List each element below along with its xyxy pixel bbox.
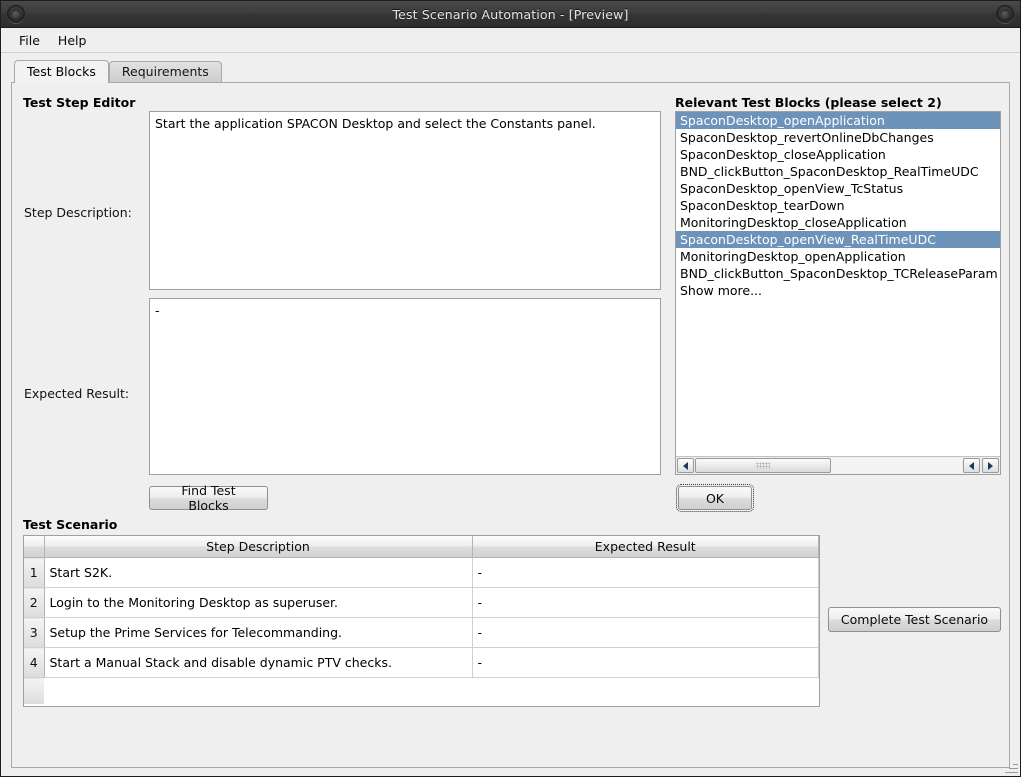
list-item[interactable]: MonitoringDesktop_openApplication <box>676 248 1000 265</box>
cell-step-description[interactable]: Start S2K. <box>44 557 473 588</box>
filler-cell <box>472 678 819 705</box>
window-title: Test Scenario Automation - [Preview] <box>392 6 629 22</box>
step-description-input[interactable]: Start the application SPACON Desktop and… <box>149 111 661 290</box>
list-item[interactable]: SpaconDesktop_openView_RealTimeUDC <box>676 231 1000 248</box>
list-item[interactable]: SpaconDesktop_closeApplication <box>676 146 1000 163</box>
cell-expected-result[interactable]: - <box>472 647 819 678</box>
title-bar: Test Scenario Automation - [Preview] <box>1 1 1020 28</box>
table-row[interactable]: 2 Login to the Monitoring Desktop as sup… <box>24 587 819 618</box>
filler-row-number <box>24 677 44 704</box>
tab-test-blocks[interactable]: Test Blocks <box>14 60 109 83</box>
window-left-orb-icon[interactable] <box>7 5 25 23</box>
column-header-expected-result[interactable]: Expected Result <box>472 536 819 558</box>
scroll-step-left-button[interactable] <box>963 458 980 473</box>
tab-bar: Test Blocks Requirements <box>11 60 1010 83</box>
list-item[interactable]: SpaconDesktop_openView_TcStatus <box>676 180 1000 197</box>
list-item[interactable]: SpaconDesktop_openApplication <box>676 112 1000 129</box>
cell-step-description[interactable]: Setup the Prime Services for Telecommand… <box>44 617 473 648</box>
relevant-test-blocks-title: Relevant Test Blocks (please select 2) <box>675 95 942 110</box>
table-filler-row <box>24 677 819 705</box>
arrow-right-icon <box>988 461 993 470</box>
list-item[interactable]: BND_clickButton_SpaconDesktop_TCReleaseP… <box>676 265 1000 282</box>
cell-expected-result[interactable]: - <box>472 617 819 648</box>
row-number: 1 <box>24 557 45 588</box>
test-scenario-title: Test Scenario <box>23 517 118 532</box>
expected-result-label: Expected Result: <box>24 386 130 401</box>
test-scenario-table[interactable]: Step Description Expected Result 1 Start… <box>23 535 820 707</box>
cell-expected-result[interactable]: - <box>472 557 819 588</box>
step-description-label: Step Description: <box>24 205 132 220</box>
list-horizontal-scrollbar[interactable] <box>676 456 1000 474</box>
column-header-step-description[interactable]: Step Description <box>44 536 473 558</box>
list-item[interactable]: BND_clickButton_SpaconDesktop_RealTimeUD… <box>676 163 1000 180</box>
menu-item-help[interactable]: Help <box>49 31 96 50</box>
table-header-row: Step Description Expected Result <box>24 536 819 558</box>
cell-step-description[interactable]: Login to the Monitoring Desktop as super… <box>44 587 473 618</box>
table-row[interactable]: 3 Setup the Prime Services for Telecomma… <box>24 617 819 648</box>
row-number: 3 <box>24 617 45 648</box>
application-window: Test Scenario Automation - [Preview] Fil… <box>0 0 1021 777</box>
find-test-blocks-button[interactable]: Find Test Blocks <box>149 483 268 513</box>
menu-bar: File Help <box>1 28 1020 53</box>
list-item[interactable]: MonitoringDesktop_closeApplication <box>676 214 1000 231</box>
list-item[interactable]: SpaconDesktop_tearDown <box>676 197 1000 214</box>
table-row[interactable]: 1 Start S2K. - <box>24 557 819 588</box>
window-right-orb-icon[interactable] <box>996 5 1014 23</box>
row-number: 2 <box>24 587 45 618</box>
arrow-left-icon <box>969 461 974 470</box>
scrollbar-track[interactable] <box>695 458 962 473</box>
grip-icon <box>756 462 771 469</box>
table-row[interactable]: 4 Start a Manual Stack and disable dynam… <box>24 647 819 678</box>
scroll-left-button[interactable] <box>677 458 694 473</box>
menu-item-file[interactable]: File <box>10 31 49 50</box>
expected-result-input[interactable]: - <box>149 298 661 475</box>
scrollbar-thumb[interactable] <box>695 458 832 473</box>
cell-step-description[interactable]: Start a Manual Stack and disable dynamic… <box>44 647 473 678</box>
filler-cell <box>44 678 472 705</box>
tab-requirements[interactable]: Requirements <box>108 61 222 82</box>
tab-panel-test-blocks: Test Step Editor Step Description: Start… <box>11 82 1010 768</box>
list-item[interactable]: Show more... <box>676 282 1000 299</box>
tab-area: Test Blocks Requirements Test Step Edito… <box>1 53 1020 776</box>
cell-expected-result[interactable]: - <box>472 587 819 618</box>
arrow-left-icon <box>683 461 688 470</box>
column-header-rownum <box>24 536 45 558</box>
relevant-test-blocks-list-viewport: SpaconDesktop_openApplication SpaconDesk… <box>676 112 1000 456</box>
relevant-test-blocks-list[interactable]: SpaconDesktop_openApplication SpaconDesk… <box>675 111 1001 475</box>
ok-button[interactable]: OK <box>676 484 754 512</box>
test-step-editor-title: Test Step Editor <box>23 95 136 110</box>
row-number: 4 <box>24 647 45 678</box>
scroll-right-button[interactable] <box>982 458 999 473</box>
complete-test-scenario-button[interactable]: Complete Test Scenario <box>828 607 1001 632</box>
list-item[interactable]: SpaconDesktop_revertOnlineDbChanges <box>676 129 1000 146</box>
